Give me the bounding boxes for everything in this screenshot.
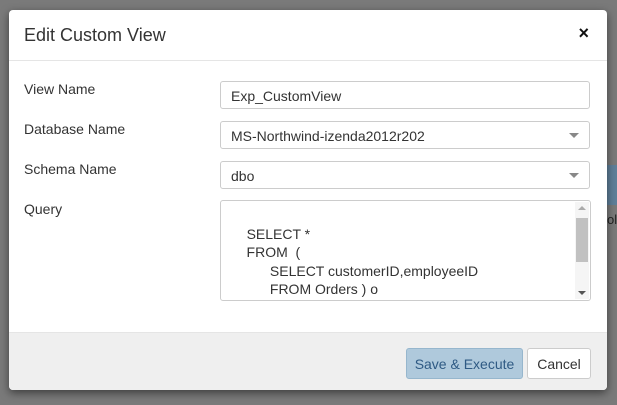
- background-text: olu: [607, 212, 617, 227]
- cancel-button[interactable]: Cancel: [527, 348, 591, 379]
- schema-name-label: Schema Name: [24, 161, 117, 177]
- dialog-header: Edit Custom View ×: [9, 10, 607, 61]
- schema-name-value: dbo: [231, 168, 255, 184]
- schema-name-select[interactable]: dbo: [220, 161, 590, 189]
- query-text: SELECT * FROM ( SELECT customerID,employ…: [246, 225, 479, 301]
- scroll-up-icon[interactable]: [578, 206, 586, 210]
- database-name-select[interactable]: MS-Northwind-izenda2012r202: [220, 121, 590, 149]
- query-textarea[interactable]: SELECT * FROM ( SELECT customerID,employ…: [220, 200, 591, 301]
- database-name-label: Database Name: [24, 121, 126, 137]
- view-name-label: View Name: [24, 81, 96, 97]
- edit-custom-view-dialog: Edit Custom View × View Name Exp_CustomV…: [9, 10, 607, 390]
- query-scrollbar[interactable]: [575, 202, 589, 299]
- query-label: Query: [24, 201, 63, 217]
- chevron-down-icon: [569, 173, 579, 178]
- dialog-footer: Save & Execute Cancel: [9, 332, 607, 390]
- dialog-title: Edit Custom View: [24, 25, 166, 45]
- database-name-value: MS-Northwind-izenda2012r202: [231, 128, 425, 144]
- view-name-input[interactable]: Exp_CustomView: [220, 81, 590, 109]
- close-icon[interactable]: ×: [578, 23, 589, 44]
- scroll-down-icon[interactable]: [578, 291, 586, 295]
- chevron-down-icon: [569, 133, 579, 138]
- save-execute-button[interactable]: Save & Execute: [406, 348, 523, 379]
- scrollbar-thumb[interactable]: [576, 218, 588, 262]
